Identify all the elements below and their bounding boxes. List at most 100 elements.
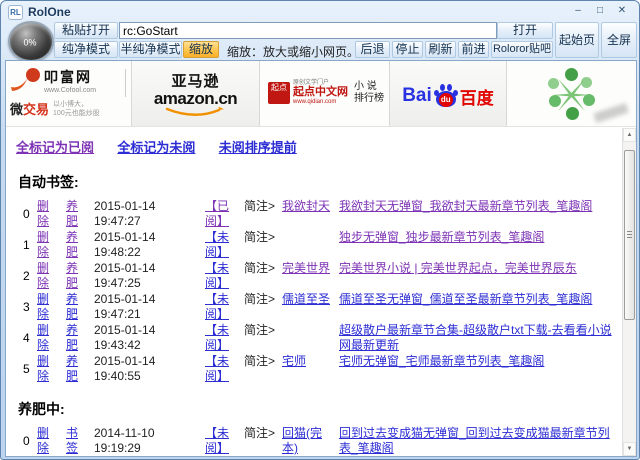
row-time: 19:43:42 — [94, 338, 166, 353]
bookmark-actions: 全标记为已阅 全标记为未阅 未阅排序提前 — [16, 137, 622, 156]
row-index: 5 — [23, 354, 32, 377]
row-time: 19:48:22 — [94, 245, 166, 260]
row-datetime: 2015-01-1419:47:21 — [94, 292, 166, 322]
vertical-scrollbar[interactable]: ▲ ▼ — [622, 128, 636, 456]
bookmark-row: 2 删除 养肥 2015-01-1419:47:25 【未阅】 简注> 完美世界… — [16, 261, 622, 292]
name-link[interactable]: 我欲封天 — [282, 199, 330, 214]
name-link[interactable]: 宅师 — [282, 354, 330, 369]
cofool-slogan: 以小博大，100元也能炒股 — [53, 100, 100, 118]
address-input[interactable] — [119, 22, 497, 39]
browser-viewport: 叩富网 www.Cofool.com 微交易 以小博大，100元也能炒股 亚马逊… — [5, 60, 637, 457]
delete-link[interactable]: 删除 — [37, 261, 52, 291]
row-index: 0 — [23, 426, 32, 449]
auto-bookmarks-heading: 自动书签: — [18, 172, 622, 192]
mark-all-unread-link[interactable]: 全标记为未阅 — [117, 140, 195, 155]
forward-button[interactable]: 前进 — [458, 41, 489, 58]
semi-pure-mode-button[interactable]: 半纯净模式 — [119, 41, 182, 58]
title-link[interactable]: 完美世界小说 | 完美世界起点，完美世界辰东 — [339, 261, 616, 276]
row-time: 19:19:29 — [94, 441, 166, 456]
title-link[interactable]: 回到过去变成猫无弹窗_回到过去变成猫最新章节列表_笔趣阁 — [339, 426, 616, 456]
row-date: 2015-01-14 — [94, 261, 166, 276]
back-button[interactable]: 后退 — [355, 41, 390, 58]
banner-amazon[interactable]: 亚马逊 amazon.cn — [132, 61, 260, 126]
tieba-button[interactable]: Roloror贴吧 — [491, 41, 553, 58]
maximize-button[interactable]: □ — [591, 3, 609, 18]
row-index: 0 — [23, 199, 32, 222]
zoom-button[interactable]: 缩放 — [183, 41, 219, 58]
delete-link[interactable]: 删除 — [37, 230, 52, 260]
fullscreen-button[interactable]: 全屏 — [601, 22, 637, 58]
refresh-button[interactable]: 刷新 — [425, 41, 456, 58]
title-link[interactable]: 超级散户最新章节合集-超级散户txt下载-去看看小说网最新更新 — [339, 323, 616, 353]
mark-all-read-link[interactable]: 全标记为已阅 — [16, 140, 94, 155]
banner-baidu[interactable]: Bai du 百度 — [390, 61, 507, 126]
row-date: 2015-01-14 — [94, 230, 166, 245]
row-date: 2015-01-14 — [94, 354, 166, 369]
tag-link[interactable]: 养肥 — [66, 354, 81, 384]
progress-orb-button[interactable]: 0% — [8, 21, 54, 62]
open-button[interactable]: 打开 — [497, 22, 553, 39]
banner-green-logo[interactable] — [507, 61, 636, 126]
cofool-url: www.Cofool.com — [44, 87, 96, 94]
status-link[interactable]: 【未阅】 — [205, 354, 235, 384]
row-index: 2 — [23, 261, 32, 284]
status-link[interactable]: 【未阅】 — [205, 292, 235, 322]
note-label: 简注> — [244, 323, 282, 338]
delete-link[interactable]: 删除 — [37, 292, 52, 322]
tag-link[interactable]: 养肥 — [66, 230, 81, 260]
tag-link[interactable]: 养肥 — [66, 199, 81, 229]
paste-open-button[interactable]: 粘贴打开 — [54, 22, 118, 39]
tag-link[interactable]: 养肥 — [66, 292, 81, 322]
unread-first-link[interactable]: 未阅排序提前 — [219, 140, 297, 155]
title-link[interactable]: 宅师无弹窗_宅师最新章节列表_笔趣阁 — [339, 354, 616, 369]
tag-link[interactable]: 养肥 — [66, 261, 81, 291]
qidian-url: www.qidian.com — [293, 98, 348, 106]
banner-cofool[interactable]: 叩富网 www.Cofool.com 微交易 以小博大，100元也能炒股 — [6, 61, 132, 126]
status-link[interactable]: 【已阅】 — [205, 199, 235, 229]
scroll-up-icon[interactable]: ▲ — [623, 128, 636, 142]
row-datetime: 2015-01-1419:47:25 — [94, 261, 166, 291]
amazon-logo-text: amazon.cn — [132, 91, 259, 107]
baidu-cn-text: 百度 — [460, 84, 494, 109]
delete-link[interactable]: 删除 — [37, 323, 52, 353]
name-link[interactable]: 回猫(完本) — [282, 426, 330, 456]
note-label: 简注> — [244, 261, 282, 276]
title-link[interactable]: 儒道至圣无弹窗_儒道至圣最新章节列表_笔趣阁 — [339, 292, 616, 307]
window-title: RolOne — [28, 5, 71, 19]
bookmark-row: 4 删除 养肥 2015-01-1419:43:42 【未阅】 简注> 超级散户… — [16, 323, 622, 354]
home-page-button[interactable]: 起始页 — [555, 22, 599, 58]
pure-mode-button[interactable]: 纯净模式 — [54, 41, 118, 58]
stop-button[interactable]: 停止 — [392, 41, 423, 58]
row-time: 19:47:21 — [94, 307, 166, 322]
status-link[interactable]: 【未阅】 — [205, 261, 235, 291]
title-link[interactable]: 我欲封天无弹窗_我欲封天最新章节列表_笔趣阁 — [339, 199, 616, 214]
note-label: 简注> — [244, 199, 282, 214]
status-link[interactable]: 【未阅】 — [205, 230, 235, 260]
tag-link[interactable]: 书签 — [66, 426, 81, 456]
delete-link[interactable]: 删除 — [37, 426, 52, 456]
page-body: 全标记为已阅 全标记为未阅 未阅排序提前 自动书签: 0 删除 养肥 2015-… — [6, 128, 622, 456]
minimize-button[interactable]: – — [569, 3, 587, 18]
fattening-heading: 养肥中: — [18, 399, 622, 419]
title-bar[interactable]: RL RolOne – □ ✕ — [1, 1, 639, 23]
tag-link[interactable]: 养肥 — [66, 323, 81, 353]
note-label: 简注> — [244, 354, 282, 369]
name-link[interactable]: 儒道至圣 — [282, 292, 330, 307]
status-link[interactable]: 【未阅】 — [205, 323, 235, 353]
title-link[interactable]: 独步无弹窗_独步最新章节列表_笔趣阁 — [339, 230, 616, 245]
baidu-bai-text: Bai — [402, 85, 432, 107]
delete-link[interactable]: 删除 — [37, 354, 52, 384]
row-time: 19:47:25 — [94, 276, 166, 291]
name-link[interactable]: 完美世界 — [282, 261, 330, 276]
progress-value: 0% — [23, 37, 36, 47]
scroll-down-icon[interactable]: ▼ — [623, 442, 636, 456]
row-datetime: 2015-01-1419:48:22 — [94, 230, 166, 260]
banner-qidian[interactable]: 起点 原创文学门户 起点中文网 www.qidian.com 小 说排行榜 — [260, 61, 390, 126]
delete-link[interactable]: 删除 — [37, 199, 52, 229]
close-button[interactable]: ✕ — [613, 3, 631, 18]
app-window: RL RolOne – □ ✕ 0% 粘贴打开 打开 纯净模式 半纯净模式 缩放… — [0, 0, 640, 460]
row-datetime: 2014-11-1019:19:29 — [94, 426, 166, 456]
status-link[interactable]: 【未阅】 — [205, 426, 235, 456]
bookmark-row: 5 删除 养肥 2015-01-1419:40:55 【未阅】 简注> 宅师 宅… — [16, 354, 622, 385]
scrollbar-thumb[interactable] — [624, 150, 635, 320]
